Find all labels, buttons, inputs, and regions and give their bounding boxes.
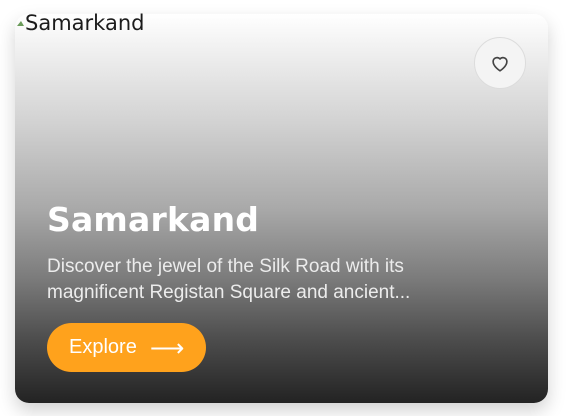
heart-icon — [492, 56, 508, 72]
destination-card[interactable]: Samarkand Discover the jewel of the Silk… — [15, 14, 548, 403]
favorite-button[interactable] — [474, 37, 526, 89]
card-content: Samarkand Discover the jewel of the Silk… — [47, 200, 516, 306]
explore-button[interactable]: Explore ⟶ — [47, 323, 207, 372]
broken-image: Samarkand — [17, 11, 144, 35]
card-title: Samarkand — [47, 200, 260, 239]
card-description: Discover the jewel of the Silk Road with… — [47, 256, 411, 303]
arrow-right-icon: ⟶ — [149, 333, 185, 362]
explore-button-label: Explore — [69, 336, 137, 358]
broken-image-icon — [17, 18, 24, 26]
image-alt-text: Samarkand — [25, 11, 145, 35]
